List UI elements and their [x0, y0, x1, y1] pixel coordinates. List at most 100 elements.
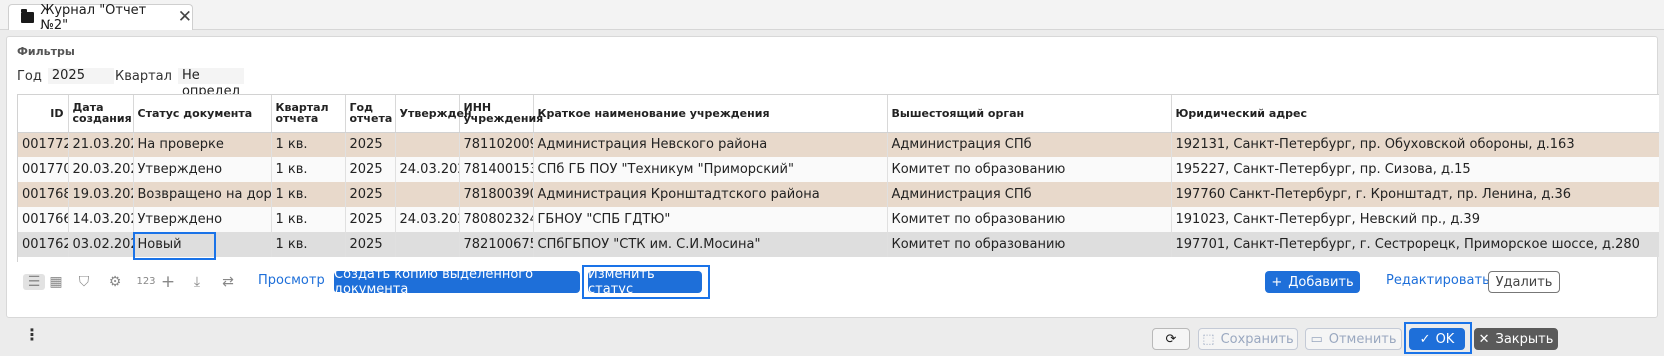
- filter-icon[interactable]: ⛉: [75, 274, 93, 290]
- add-button-label: Добавить: [1288, 274, 1354, 290]
- save-icon: ⬚: [1202, 331, 1215, 347]
- add-plus-icon[interactable]: +: [159, 274, 177, 291]
- cell-inn: 7818003903: [459, 182, 534, 207]
- quarter-filter-input[interactable]: Не определ: [177, 68, 244, 99]
- download-icon[interactable]: ⤓: [188, 274, 206, 290]
- cell-date: 03.02.2025: [68, 232, 134, 257]
- cell-date: 19.03.2025: [68, 182, 134, 207]
- cell-quarter: 1 кв.: [271, 232, 346, 257]
- col-header-legal-address[interactable]: Юридический адрес: [1171, 95, 1659, 133]
- cancel-button[interactable]: ▭ Отменить: [1305, 328, 1402, 350]
- quarter-filter-label: Квартал: [115, 68, 172, 84]
- table-row-selected[interactable]: 001762 03.02.2025 Новый 1 кв. 2025 78210…: [18, 232, 1659, 257]
- cell-year: 2025: [345, 132, 396, 157]
- cell-quarter: 1 кв.: [271, 157, 346, 182]
- year-filter: Год 2025: [17, 68, 114, 84]
- cell-inn: 7821006750: [459, 232, 534, 257]
- col-header-status[interactable]: Статус документа: [133, 95, 272, 133]
- more-menu-icon[interactable]: ⋮: [24, 327, 40, 343]
- table-header-row: ID Дата создания Статус документа Кварта…: [18, 95, 1659, 133]
- ok-button-label: OK: [1435, 331, 1455, 347]
- year-filter-input[interactable]: 2025: [47, 68, 114, 84]
- documents-table: ID Дата создания Статус документа Кварта…: [17, 94, 1659, 262]
- delete-button[interactable]: Удалить: [1488, 271, 1560, 293]
- tab-strip: Журнал "Отчет №2" ✕: [0, 0, 1664, 33]
- table-row[interactable]: 001766 14.03.2025 Утверждено 1 кв. 2025 …: [18, 207, 1659, 232]
- add-button[interactable]: + Добавить: [1265, 271, 1360, 293]
- col-header-report-year[interactable]: Год отчета: [345, 95, 396, 133]
- cell-approved: 24.03.2025: [395, 157, 460, 182]
- cell-address: 191023, Санкт-Петербург, Невский пр., д.…: [1171, 207, 1659, 232]
- cell-date: 20.03.2025: [68, 157, 134, 182]
- cell-quarter: 1 кв.: [271, 132, 346, 157]
- col-header-id[interactable]: ID: [18, 95, 69, 133]
- cell-name: СПбГБПОУ "СТК им. С.И.Мосина": [533, 232, 888, 257]
- row-count-icon[interactable]: 123: [135, 274, 157, 290]
- cell-approved: 24.03.2025: [395, 207, 460, 232]
- cell-inn: 7811020096: [459, 132, 534, 157]
- cell-id: 001772: [18, 132, 69, 157]
- cell-address: 195227, Санкт-Петербург, пр. Сизова, д.1…: [1171, 157, 1659, 182]
- ok-button[interactable]: ✓ OK: [1409, 328, 1465, 350]
- refresh-button[interactable]: ⟳: [1152, 328, 1190, 350]
- cell-inn: 7808023241: [459, 207, 534, 232]
- filters-title: Фильтры: [17, 45, 75, 58]
- journal-panel: Фильтры Год 2025 Квартал Не определ ID Д…: [6, 36, 1659, 318]
- col-header-approved[interactable]: Утвержден: [395, 95, 472, 133]
- cell-date: 21.03.2025: [68, 132, 134, 157]
- grid-view-icon[interactable]: ▦: [47, 274, 65, 290]
- close-button-label: Закрыть: [1495, 331, 1554, 347]
- table-row[interactable]: 001772 21.03.2025 На проверке 1 кв. 2025…: [18, 132, 1659, 157]
- save-button-label: Сохранить: [1220, 331, 1294, 347]
- cell-name: СПб ГБ ПОУ "Техникум "Приморский": [533, 157, 888, 182]
- col-header-inn[interactable]: ИНН учреждения: [459, 95, 543, 133]
- col-header-report-quarter[interactable]: Квартал отчета: [271, 95, 346, 133]
- plus-icon: +: [1271, 274, 1283, 290]
- close-x-icon: ✕: [1478, 331, 1490, 347]
- cell-id: 001766: [18, 207, 69, 232]
- cell-status[interactable]: Новый: [133, 232, 272, 257]
- cell-year: 2025: [345, 207, 396, 232]
- change-status-button[interactable]: Изменить статус: [588, 267, 702, 297]
- cell-approved: [395, 232, 460, 257]
- close-tab-icon[interactable]: ✕: [178, 9, 192, 26]
- cell-name: Администрация Кронштадтского района: [533, 182, 888, 207]
- cancel-icon: ▭: [1310, 331, 1323, 347]
- table-toolbar: ☰ ▦ ⛉ ⚙ 123 + ⤓ ⇄ Просмотр Создать копию…: [13, 265, 1657, 299]
- cell-date: 14.03.2025: [68, 207, 134, 232]
- cell-address: 192131, Санкт-Петербург, пр. Обуховской …: [1171, 132, 1659, 157]
- cell-parent: Администрация СПб: [887, 132, 1172, 157]
- cell-parent: Администрация СПб: [887, 182, 1172, 207]
- cell-quarter: 1 кв.: [271, 182, 346, 207]
- cell-address: 197760 Санкт-Петербург, г. Кронштадт, пр…: [1171, 182, 1659, 207]
- col-header-short-name[interactable]: Краткое наименование учреждения: [533, 95, 888, 133]
- col-header-date-created[interactable]: Дата создания: [68, 95, 134, 133]
- cell-approved: [395, 182, 460, 207]
- table-row[interactable]: 001770 20.03.2025 Утверждено 1 кв. 2025 …: [18, 157, 1659, 182]
- cell-id: 001770: [18, 157, 69, 182]
- tab-title: Журнал "Отчет №2": [40, 2, 147, 33]
- settings-gear-icon[interactable]: ⚙: [106, 274, 124, 290]
- col-header-parent-org[interactable]: Вышестоящий орган: [887, 95, 1172, 133]
- cell-status: Возвращено на дора...: [133, 182, 272, 207]
- cancel-button-label: Отменить: [1328, 331, 1397, 347]
- cell-approved: [395, 132, 460, 157]
- edit-link[interactable]: Редактировать: [1386, 273, 1490, 288]
- list-view-icon[interactable]: ☰: [23, 274, 45, 290]
- refresh-cycle-icon[interactable]: ⇄: [219, 274, 237, 290]
- cell-name: ГБНОУ "СПБ ГДТЮ": [533, 207, 888, 232]
- save-button[interactable]: ⬚ Сохранить: [1198, 328, 1298, 350]
- cell-status: Утверждено: [133, 157, 272, 182]
- quarter-filter: Квартал Не определ: [115, 68, 244, 99]
- cell-inn: 7814001535: [459, 157, 534, 182]
- tab-journal-report[interactable]: Журнал "Отчет №2" ✕: [8, 2, 193, 33]
- cell-year: 2025: [345, 232, 396, 257]
- close-button[interactable]: ✕ Закрыть: [1474, 328, 1558, 350]
- cell-status: Утверждено: [133, 207, 272, 232]
- table-row[interactable]: 001768 19.03.2025 Возвращено на дора... …: [18, 182, 1659, 207]
- cell-id: 001762: [18, 232, 69, 257]
- copy-document-button[interactable]: Создать копию выделенного документа: [334, 267, 580, 297]
- view-link[interactable]: Просмотр: [258, 273, 325, 288]
- cell-name: Администрация Невского района: [533, 132, 888, 157]
- cell-year: 2025: [345, 182, 396, 207]
